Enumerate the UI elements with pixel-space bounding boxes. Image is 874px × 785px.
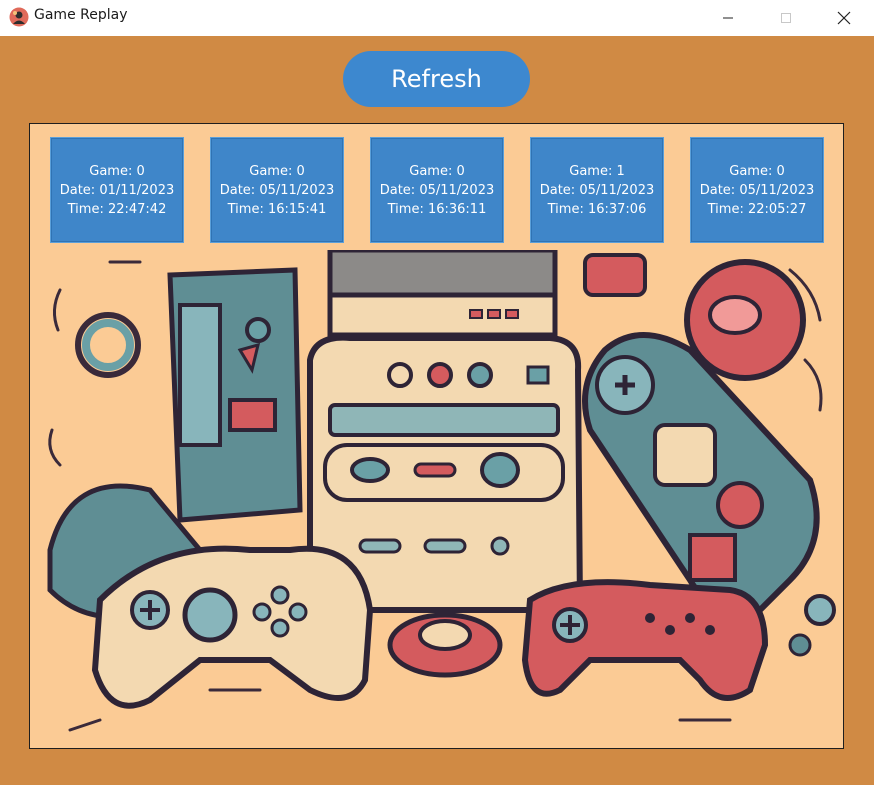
- main-content: Refresh Game: 0 Date: 01/11/2023 Time: 2…: [0, 36, 874, 785]
- app-avatar-icon: [9, 7, 29, 27]
- replay-card-4[interactable]: Game: 1 Date: 05/11/2023 Time: 16:37:06: [530, 137, 664, 243]
- replay-date: Date: 05/11/2023: [219, 182, 335, 198]
- replay-game: Game: 0: [249, 163, 305, 179]
- title-bar[interactable]: Game Replay: [0, 0, 874, 35]
- minimize-icon: [723, 17, 733, 18]
- close-button[interactable]: [815, 0, 873, 35]
- replay-date: Date: 05/11/2023: [699, 182, 815, 198]
- replay-game: Game: 0: [409, 163, 465, 179]
- replay-date: Date: 01/11/2023: [59, 182, 175, 198]
- app-window: Game Replay Refresh Game: 0 Date: 01/11/…: [0, 0, 874, 785]
- refresh-button[interactable]: Refresh: [343, 51, 530, 107]
- replay-card-3[interactable]: Game: 0 Date: 05/11/2023 Time: 16:36:11: [370, 137, 504, 243]
- replay-time: Time: 16:15:41: [227, 201, 327, 217]
- retro-gaming-illustration: [30, 250, 843, 748]
- replay-time: Time: 22:47:42: [67, 201, 167, 217]
- replay-card-5[interactable]: Game: 0 Date: 05/11/2023 Time: 22:05:27: [690, 137, 824, 243]
- replay-card-1[interactable]: Game: 0 Date: 01/11/2023 Time: 22:47:42: [50, 137, 184, 243]
- replay-date: Date: 05/11/2023: [539, 182, 655, 198]
- maximize-button[interactable]: [757, 0, 815, 35]
- replay-panel: Game: 0 Date: 01/11/2023 Time: 22:47:42 …: [29, 123, 844, 749]
- replay-time: Time: 16:37:06: [547, 201, 647, 217]
- replay-game: Game: 1: [569, 163, 625, 179]
- replay-card-2[interactable]: Game: 0 Date: 05/11/2023 Time: 16:15:41: [210, 137, 344, 243]
- replay-time: Time: 16:36:11: [387, 201, 487, 217]
- replay-time: Time: 22:05:27: [707, 201, 807, 217]
- window-title: Game Replay: [34, 7, 128, 23]
- close-icon: [837, 11, 851, 24]
- replay-date: Date: 05/11/2023: [379, 182, 495, 198]
- replay-game: Game: 0: [89, 163, 145, 179]
- replay-game: Game: 0: [729, 163, 785, 179]
- maximize-icon: [781, 12, 791, 23]
- minimize-button[interactable]: [699, 0, 757, 35]
